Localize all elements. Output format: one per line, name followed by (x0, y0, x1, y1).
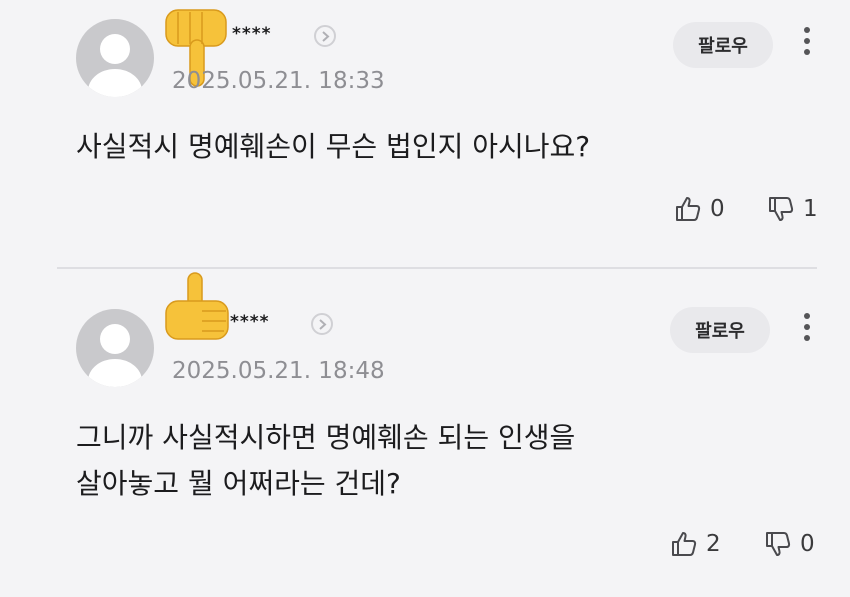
more-options-icon[interactable] (800, 27, 814, 61)
follow-button[interactable]: 팔로우 (673, 22, 773, 68)
profile-chevron-button[interactable] (314, 25, 336, 47)
like-count: 2 (706, 531, 721, 557)
chevron-right-icon (322, 31, 330, 42)
comment-timestamp: 2025.05.21. 18:48 (172, 358, 385, 384)
like-button[interactable]: 2 (670, 530, 721, 558)
like-button[interactable]: 0 (674, 195, 725, 223)
thumbs-up-outline-icon (676, 197, 701, 221)
comment-timestamp: 2025.05.21. 18:33 (172, 68, 385, 94)
dislike-button[interactable]: 0 (764, 530, 815, 558)
dislike-count: 1 (803, 196, 818, 222)
dislike-button[interactable]: 1 (767, 195, 818, 223)
thumbs-up-emoji-icon (162, 269, 234, 349)
comment-text: 그니까 사실적시하면 명예훼손 되는 인생을 살아놓고 뭘 어쩌라는 건데? (76, 421, 576, 500)
default-avatar-icon (88, 34, 142, 97)
comment-list: **** 2025.05.21. 18:33 팔로우 사실적시 명예훼손이 무슨… (0, 0, 850, 597)
comment-item: **** 2025.05.21. 18:33 팔로우 사실적시 명예훼손이 무슨… (0, 0, 850, 268)
thumbs-up-outline-icon (672, 532, 697, 556)
avatar[interactable] (76, 309, 154, 387)
like-count: 0 (710, 196, 725, 222)
follow-button[interactable]: 팔로우 (670, 307, 770, 353)
thumbs-down-outline-icon (769, 197, 794, 221)
default-avatar-icon (88, 324, 142, 387)
comment-item: **** 2025.05.21. 18:48 팔로우 그니까 사실적시하면 명예… (0, 269, 850, 597)
dislike-count: 0 (800, 531, 815, 557)
masked-username[interactable]: **** (230, 312, 270, 332)
more-options-icon[interactable] (800, 313, 814, 347)
chevron-right-icon (319, 319, 327, 330)
thumbs-down-outline-icon (766, 532, 791, 556)
avatar[interactable] (76, 19, 154, 97)
comment-text: 사실적시 명예훼손이 무슨 법인지 아시나요? (76, 130, 591, 163)
masked-username[interactable]: **** (232, 24, 272, 44)
profile-chevron-button[interactable] (311, 313, 333, 335)
